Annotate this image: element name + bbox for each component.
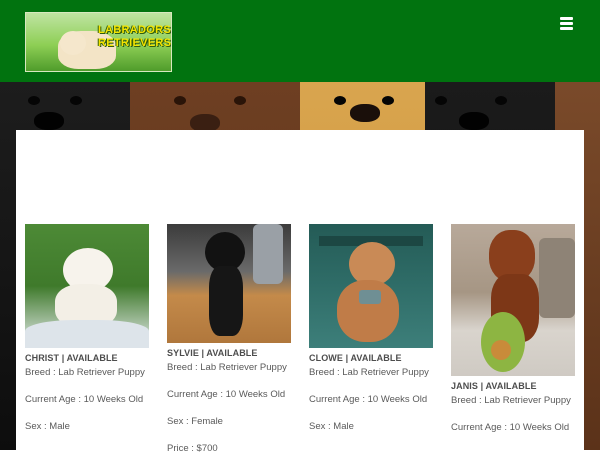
puppies-content-card: CHRIST | AVAILABLE Breed : Lab Retriever…: [16, 130, 584, 454]
puppy-sex: Sex : Male: [309, 421, 354, 432]
puppy-card-christ[interactable]: CHRIST | AVAILABLE Breed : Lab Retriever…: [25, 224, 149, 433]
puppy-age: Current Age : 10 Weeks Old: [451, 422, 570, 433]
puppy-sex: Sex : Male: [25, 421, 70, 432]
puppy-sex: Sex : Female: [167, 416, 223, 427]
puppy-breed: Breed : Lab Retriever Puppy: [451, 395, 571, 406]
puppy-photo-janis[interactable]: [451, 224, 575, 376]
puppy-age: Current Age : 10 Weeks Old: [25, 394, 144, 405]
puppy-breed: Breed : Lab Retriever Puppy: [167, 362, 287, 373]
puppy-title: CLOWE | AVAILABLE: [309, 353, 402, 363]
logo-line-2: RETRIEVERS: [98, 37, 172, 49]
puppy-card-sylvie[interactable]: SYLVIE | AVAILABLE Breed : Lab Retriever…: [167, 224, 291, 455]
puppy-age: Current Age : 10 Weeks Old: [167, 389, 286, 400]
hamburger-menu-icon[interactable]: [560, 16, 574, 30]
puppy-age: Current Age : 10 Weeks Old: [309, 394, 428, 405]
site-logo[interactable]: LABRADORS RETRIEVERS: [25, 12, 172, 72]
puppy-breed: Breed : Lab Retriever Puppy: [25, 367, 145, 378]
puppy-breed: Breed : Lab Retriever Puppy: [309, 367, 429, 378]
puppy-title: CHRIST | AVAILABLE: [25, 353, 118, 363]
logo-text: LABRADORS RETRIEVERS: [98, 24, 172, 50]
puppy-photo-christ[interactable]: [25, 224, 149, 348]
logo-puppy-head: [60, 31, 86, 55]
puppy-title: SYLVIE | AVAILABLE: [167, 348, 258, 358]
puppy-card-janis[interactable]: JANIS | AVAILABLE Breed : Lab Retriever …: [451, 224, 575, 434]
puppy-card-clowe[interactable]: CLOWE | AVAILABLE Breed : Lab Retriever …: [309, 224, 433, 433]
puppy-photo-sylvie[interactable]: [167, 224, 291, 343]
logo-line-1: LABRADORS: [98, 24, 171, 36]
site-header: LABRADORS RETRIEVERS: [0, 0, 600, 82]
puppy-title: JANIS | AVAILABLE: [451, 381, 537, 391]
puppy-photo-clowe[interactable]: [309, 224, 433, 348]
puppy-price: Price : $700: [167, 443, 218, 454]
